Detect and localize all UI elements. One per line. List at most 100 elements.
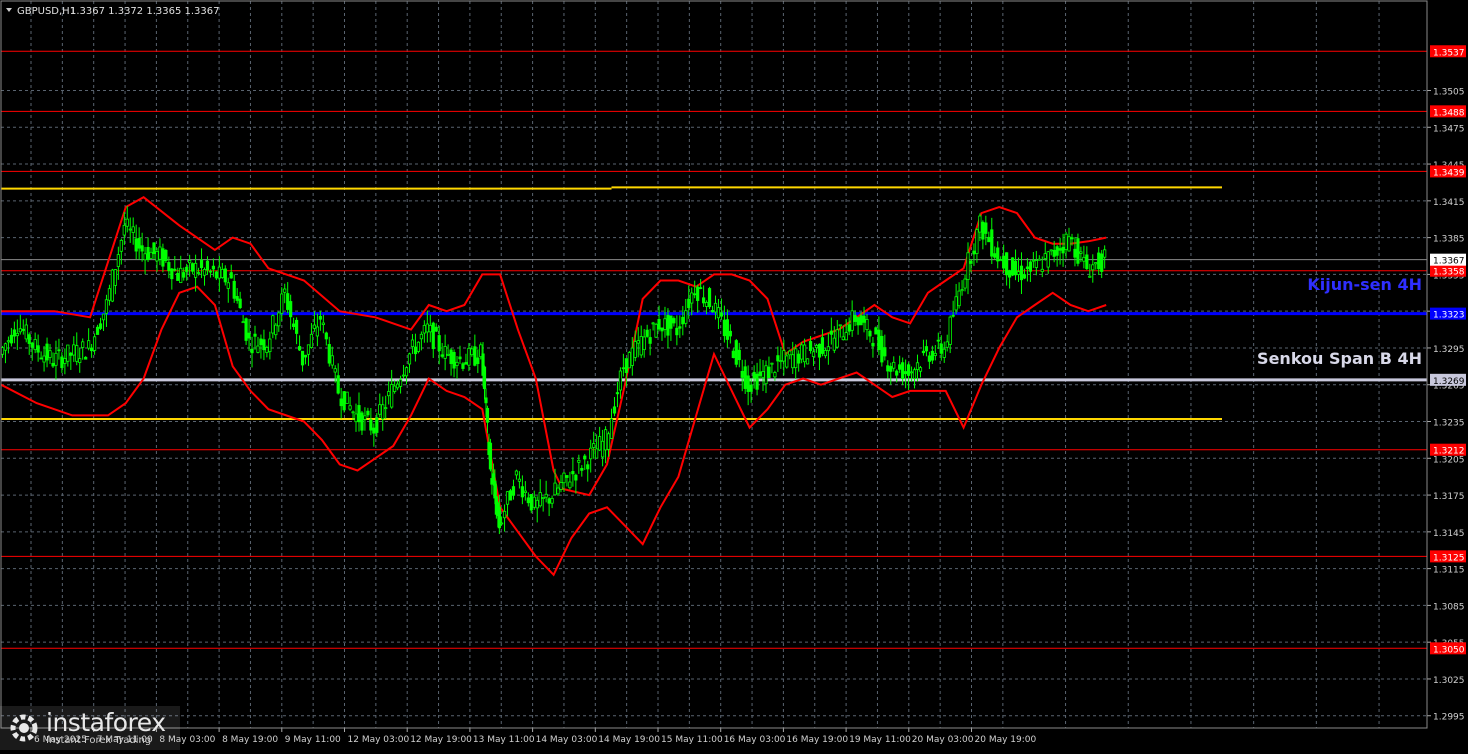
candle-body	[990, 229, 994, 257]
candle-body	[493, 480, 497, 499]
candle-body	[1002, 255, 1006, 269]
candle-body	[606, 433, 611, 450]
candle-body	[413, 346, 418, 355]
candle-body	[675, 327, 679, 336]
candle-body	[1103, 249, 1107, 258]
candle-body	[452, 351, 456, 369]
candle-body	[369, 419, 373, 431]
candle-body	[95, 326, 100, 335]
candle-body	[1034, 260, 1038, 268]
candle-body	[84, 356, 88, 360]
candle-body	[375, 417, 379, 433]
candle-body	[1007, 270, 1012, 278]
candle-body	[817, 343, 822, 358]
candle-body	[455, 361, 459, 366]
candle-body	[39, 357, 43, 360]
candle-body	[565, 475, 569, 478]
candle-body	[404, 367, 409, 377]
candle-body	[467, 347, 471, 366]
candle-body	[574, 474, 578, 481]
candle-body	[294, 319, 299, 334]
candle-body	[425, 323, 429, 333]
candle-body	[1085, 254, 1089, 270]
candle-body	[262, 339, 266, 351]
candle-body	[800, 344, 804, 360]
candle-body	[312, 324, 317, 329]
candle-body	[81, 341, 85, 348]
candle-body	[1058, 248, 1062, 251]
candle-body	[895, 370, 899, 376]
candle-body	[179, 267, 183, 284]
candle-body	[936, 339, 940, 342]
candle-body	[960, 289, 964, 292]
candle-body	[556, 487, 560, 495]
candle-body	[315, 326, 319, 337]
candle-body	[609, 418, 614, 439]
candle-body	[788, 350, 792, 356]
candle-body	[280, 293, 284, 314]
candle-body	[1049, 249, 1053, 252]
candle-body	[841, 336, 845, 341]
candle-body	[143, 253, 147, 261]
candle-body	[1094, 262, 1098, 265]
candle-body	[78, 358, 82, 363]
y-tick-label: 1.3205	[1433, 455, 1465, 465]
candle-body	[1061, 246, 1065, 254]
candle-body	[975, 229, 979, 254]
candle-body	[57, 349, 61, 352]
candle-body	[987, 236, 991, 243]
candle-body	[440, 354, 444, 357]
candle-body	[69, 352, 73, 356]
candle-body	[642, 336, 646, 351]
candle-body	[161, 248, 165, 267]
candle-body	[924, 346, 929, 352]
candle-body	[185, 266, 189, 272]
candle-body	[823, 350, 828, 357]
candle-body	[621, 367, 625, 370]
candle-body	[21, 328, 25, 331]
candle-body	[1055, 246, 1059, 256]
candle-body	[265, 347, 269, 353]
x-tick-label: 15 May 11:00	[661, 735, 723, 745]
candle-body	[446, 353, 450, 356]
candle-body	[752, 371, 756, 379]
candle-body	[360, 412, 364, 431]
candle-body	[297, 346, 302, 351]
y-tick-label: 1.3175	[1433, 492, 1465, 502]
candle-body	[669, 315, 673, 329]
candle-body	[921, 350, 926, 354]
candle-body	[146, 246, 150, 260]
candle-body	[966, 252, 970, 281]
x-tick-label: 9 May 11:00	[285, 735, 341, 745]
candle-body	[66, 344, 70, 362]
candle-body	[1091, 264, 1095, 271]
candle-body	[672, 318, 676, 324]
candle-body	[523, 490, 527, 494]
level-price-label: 1.3537	[1433, 48, 1465, 58]
candle-body	[562, 472, 566, 484]
candle-body	[428, 324, 432, 333]
candle-body	[300, 350, 305, 366]
candle-body	[808, 341, 813, 352]
candle-body	[981, 221, 985, 240]
candle-body	[393, 385, 397, 392]
candle-body	[803, 344, 807, 363]
candle-body	[743, 366, 747, 389]
candle-body	[354, 413, 358, 423]
candle-body	[101, 313, 106, 321]
candle-body	[241, 321, 245, 324]
candle-body	[776, 355, 780, 362]
candle-body	[963, 278, 967, 289]
candle-body	[814, 345, 819, 349]
candle-body	[6, 340, 11, 343]
candle-body	[511, 486, 516, 496]
candle-body	[60, 356, 64, 369]
candle-body	[909, 371, 914, 374]
candle-body	[324, 332, 328, 340]
x-tick-label: 14 May 19:00	[598, 735, 660, 745]
candle-body	[684, 310, 688, 324]
candle-body	[918, 367, 923, 372]
candle-body	[398, 379, 403, 387]
candle-body	[865, 319, 869, 330]
candle-body	[348, 405, 352, 410]
